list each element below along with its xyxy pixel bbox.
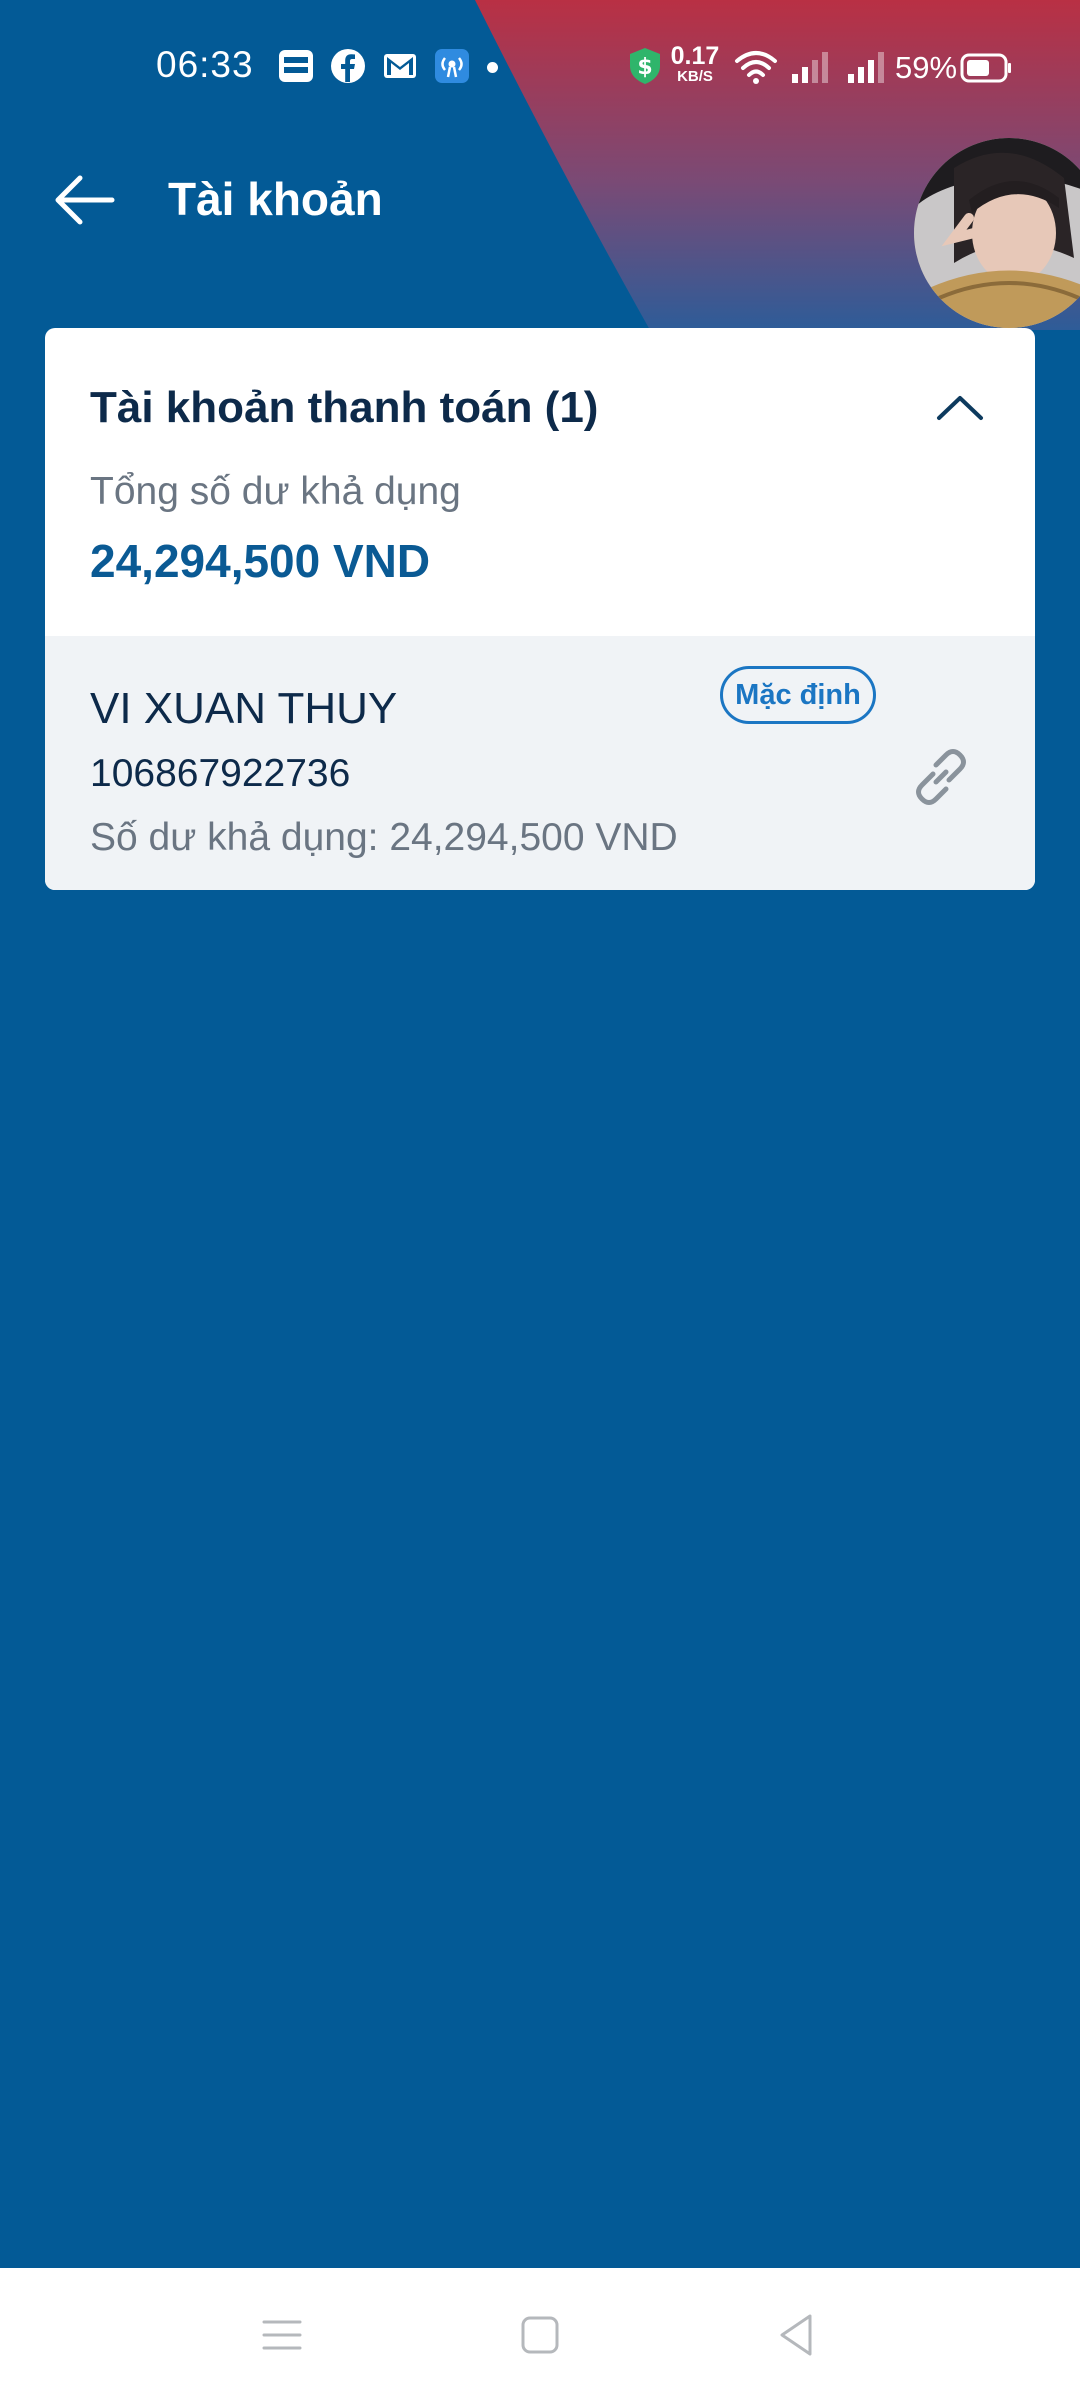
gmail-icon [384,54,416,78]
collapse-button[interactable] [925,380,995,436]
hotspot-icon [435,49,469,83]
wifi-icon [735,51,777,84]
status-bar: 06:33 $ 0.17 KB/S 59% [0,0,1080,140]
menu-nav-button[interactable] [252,2308,312,2362]
menu-icon [262,2320,302,2350]
accounts-section-title: Tài khoản thanh toán (1) [90,383,599,432]
signal-icon [792,52,828,83]
default-badge: Mặc định [720,666,876,724]
bao-moi-icon [279,50,313,82]
arrow-left-icon [55,175,115,225]
account-balance: Số dư khả dụng: 24,294,500 VND [90,816,678,859]
page-title: Tài khoản [168,173,383,225]
triangle-back-icon [780,2314,812,2356]
net-speed-value: 0.17 [670,42,720,70]
svg-text:$: $ [637,55,652,80]
account-holder-name: VI XUAN THUY [90,684,398,733]
accounts-card: Tài khoản thanh toán (1) Tổng số dư khả … [45,328,1035,890]
system-nav-bar [0,2268,1080,2400]
link-icon [916,749,966,805]
notification-dot [487,62,498,73]
status-time: 06:33 [156,44,254,85]
link-account-button[interactable] [900,736,980,816]
battery-percent: 59% [895,50,958,85]
chevron-up-icon [937,396,983,420]
back-button[interactable] [50,168,120,232]
total-balance-value: 24,294,500 VND [90,535,431,587]
net-speed-unit: KB/S [677,68,713,85]
square-icon [521,2316,559,2354]
shield-dollar-icon: $ [630,48,660,84]
back-nav-button[interactable] [766,2308,826,2362]
facebook-icon [331,49,365,83]
account-item[interactable]: VI XUAN THUY 106867922736 Số dư khả dụng… [45,636,1035,890]
net-speed: 0.17 KB/S [668,42,722,85]
home-nav-button[interactable] [510,2308,570,2362]
account-number: 106867922736 [90,752,351,795]
battery-icon [960,53,1011,83]
signal-icon-2 [848,52,884,83]
total-balance-label: Tổng số dư khả dụng [90,470,461,513]
